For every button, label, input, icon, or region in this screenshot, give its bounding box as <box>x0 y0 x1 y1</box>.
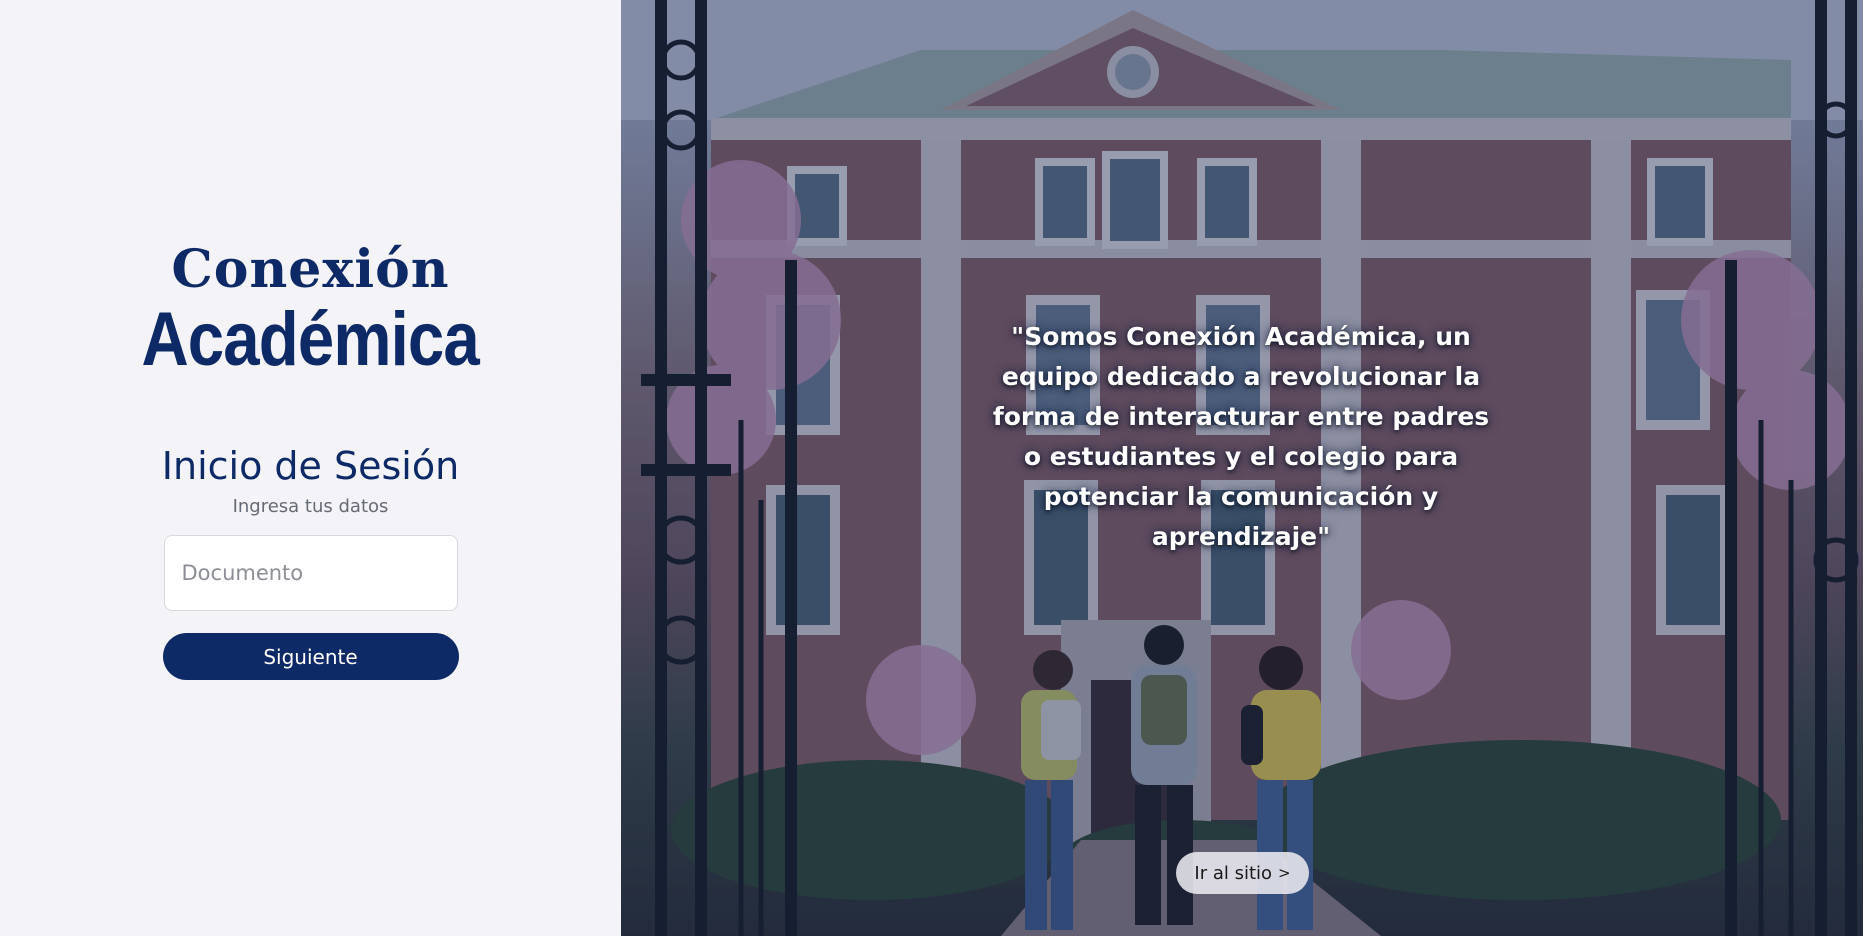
login-page: Conexión Académica Inicio de Sesión Ingr… <box>0 0 1863 936</box>
brand-logo: Conexión Académica <box>114 244 506 378</box>
chevron-right-icon: > <box>1278 864 1291 882</box>
hero-quote: "Somos Conexión Académica, un equipo ded… <box>992 322 1490 551</box>
login-subtitle: Ingresa tus datos <box>232 496 389 517</box>
next-button[interactable]: Siguiente <box>162 633 459 680</box>
go-to-site-label: Ir al sitio <box>1194 862 1273 884</box>
document-input[interactable] <box>163 535 458 611</box>
brand-logo-line1: Conexión <box>171 239 450 300</box>
go-to-site-button[interactable]: Ir al sitio > <box>1176 852 1309 894</box>
brand-logo-line2: Académica <box>141 297 480 382</box>
hero-panel: "Somos Conexión Académica, un equipo ded… <box>621 0 1863 936</box>
login-title: Inicio de Sesión <box>161 444 460 488</box>
login-panel: Conexión Académica Inicio de Sesión Ingr… <box>0 0 621 936</box>
